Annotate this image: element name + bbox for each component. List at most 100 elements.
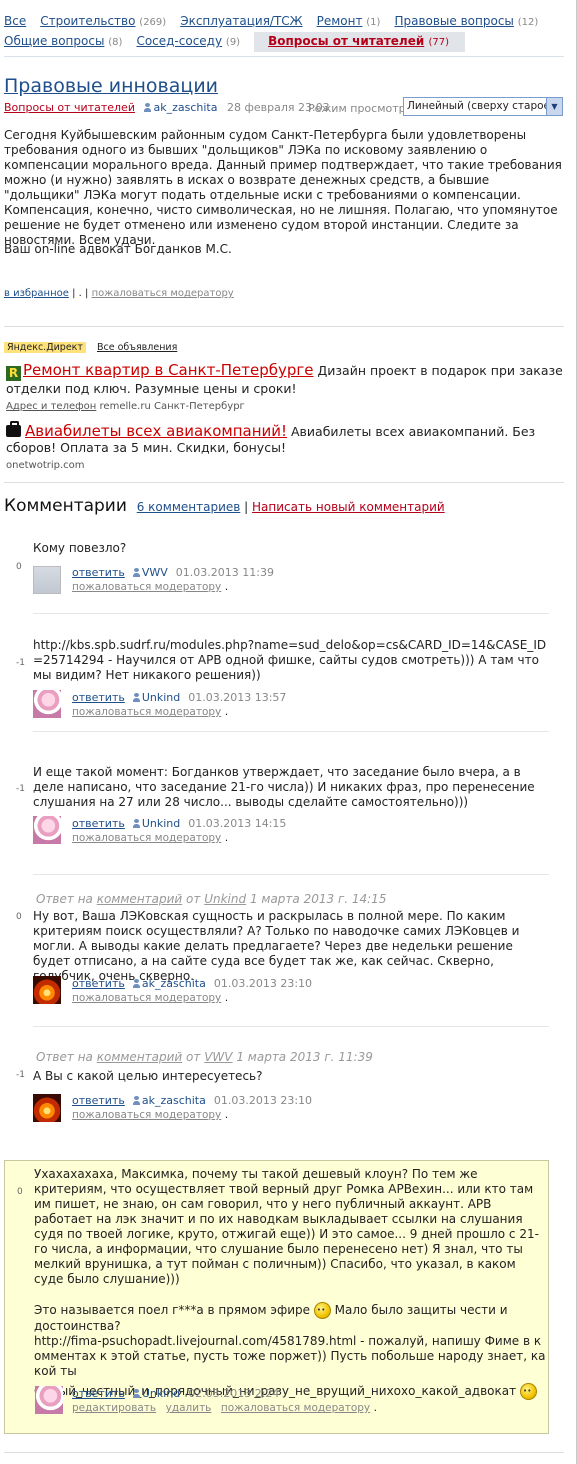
avatar[interactable] [33,816,61,844]
comments-count-link[interactable]: 6 комментариев [137,500,241,514]
smiley-icon [313,1302,331,1319]
avatar[interactable] [35,1386,63,1414]
reply-link[interactable]: ответить [72,977,125,990]
user-icon [132,819,140,828]
nav-item-legal[interactable]: Правовые вопросы (12) [394,12,538,32]
ad-item: R Ремонт квартир в Санкт-Петербурге Дизай… [6,362,566,415]
nav-item-repair[interactable]: Ремонт (1) [317,12,381,32]
divider [4,1452,564,1453]
report-moderator-link[interactable]: пожаловаться модератору [221,1402,370,1414]
comment-date: 01.03.2013 11:39 [175,566,274,579]
ad-domain[interactable]: onetwotrip.com [6,460,85,471]
reply-to-comment-link[interactable]: комментарий [97,892,182,906]
reply-link[interactable]: ответить [72,566,125,579]
delete-link[interactable]: удалить [166,1402,212,1414]
reply-link[interactable]: ответить [72,1094,125,1107]
comment-author[interactable]: ak_zaschita [132,1094,206,1107]
comment-score: 0 [16,912,22,922]
reply-link[interactable]: ответить [72,817,125,830]
yandex-direct-label[interactable]: Яндекс.Директ [4,342,86,353]
comment-date: 01.03.2013 13:57 [188,691,287,704]
comment-author[interactable]: ak_zaschita [132,977,206,990]
nav-item-general[interactable]: Общие вопросы (8) [4,32,122,52]
reply-link[interactable]: ответить [72,1387,125,1400]
separator-dot: . [224,580,229,593]
comment-author[interactable]: Unkind [132,1387,180,1400]
comment-score: -1 [16,784,25,794]
comment-text: А Вы с какой целью интересуетесь? [33,1069,263,1083]
view-mode-value: Линейный (сверху старое) [407,100,555,112]
comment-author[interactable]: Unkind [132,691,180,704]
nav-count: (269) [139,17,167,28]
reply-to-user-link[interactable]: Unkind [204,892,246,906]
chevron-down-icon[interactable]: ▼ [546,98,562,115]
comment-footer: ответить VWV 01.03.2013 11:39 пожаловаться… [72,566,274,594]
category-nav: Все Строительство (269) Эксплуатация/ТСЖ Ре… [4,12,564,52]
comment-text: Ну вот, Ваша ЛЭКовская сущность и раскры… [33,909,520,983]
nav-divider [4,56,564,57]
article-body: Сегодня Куйбышевским районным судом Санк… [4,128,562,247]
ad-title-link[interactable]: Авиабилеты всех авиакомпаний! [25,422,287,440]
article-author[interactable]: ak_zaschita [144,101,217,114]
report-moderator-link[interactable]: пожаловаться модератору [72,706,221,718]
report-moderator-link[interactable]: пожаловаться модератору [92,288,234,299]
write-comment-link[interactable]: Написать новый комментарий [252,500,445,514]
reply-link[interactable]: ответить [72,691,125,704]
comments-title: Комментарии [4,496,127,516]
nav-count: (8) [108,37,123,48]
nav-count: (77) [428,37,449,48]
ad-domain: remelle.ru Санкт-Петербург [99,401,245,412]
user-icon [132,979,140,988]
divider [4,326,564,327]
separator: | [72,288,76,299]
comment-author[interactable]: VWV [132,566,168,579]
add-favorite-link[interactable]: в избранное [4,288,69,299]
comment-divider [33,1026,549,1027]
reply-to-comment-link[interactable]: комментарий [97,1050,182,1064]
comment-score: -1 [16,658,25,668]
nav-item-construction[interactable]: Строительство (269) [40,12,166,32]
user-icon [132,1389,140,1398]
separator-dot: . [224,1108,229,1121]
separator-dot: . [78,288,82,299]
report-moderator-link[interactable]: пожаловаться модератору [72,832,221,844]
report-moderator-link[interactable]: пожаловаться модератору [72,581,221,593]
report-moderator-link[interactable]: пожаловаться модератору [72,992,221,1004]
ads-header: Яндекс.Директ Все объявления [4,342,177,353]
own-comment: 0 Ухахахахаха, Максимка, почему ты такой… [4,1160,549,1434]
nav-count: (1) [366,17,381,28]
article-title[interactable]: Правовые инновации [4,75,218,97]
reply-to-user-link[interactable]: VWV [204,1050,232,1064]
edit-link[interactable]: редактировать [72,1402,156,1414]
separator-dot: . [224,831,229,844]
smiley-icon [519,1383,537,1400]
nav-item-neighbor[interactable]: Сосед-соседу (9) [136,32,240,52]
all-ads-link[interactable]: Все объявления [97,342,177,353]
comment-footer: ответить Unkind 01.03.2013 13:57 пожаловат… [72,691,286,719]
comment-text: Ухахахахаха, Максимка, почему ты такой д… [34,1167,546,1400]
avatar[interactable] [33,976,61,1004]
view-mode-select[interactable]: Линейный (сверху старое) ▼ [403,97,563,116]
avatar[interactable] [33,566,61,594]
article-rubric-link[interactable]: Вопросы от читателей [4,101,135,114]
ad-title-link[interactable]: Ремонт квартир в Санкт-Петербурге [23,361,314,379]
comment-author[interactable]: Unkind [132,817,180,830]
ad-item: Авиабилеты всех авиакомпаний! Авиабилеты… [6,421,566,474]
nav-count: (9) [225,37,241,48]
view-mode-label: Режим просмотра: [308,102,417,115]
nav-item-all[interactable]: Все [4,12,26,30]
comment-divider [33,731,549,732]
r-logo-icon: R [6,366,21,381]
ad-address-link[interactable]: Адрес и телефон [6,401,96,412]
nav-item-reader-questions[interactable]: Вопросы от читателей (77) [254,32,465,52]
nav-item-exploitation[interactable]: Эксплуатация/ТСЖ [180,12,302,30]
avatar[interactable] [33,1094,61,1122]
comment-paragraph: Это называется поел г***а в прямом эфире… [34,1302,546,1334]
user-icon [132,693,140,702]
report-moderator-link[interactable]: пожаловаться модератору [72,1109,221,1121]
nav-count: (12) [517,17,539,28]
avatar[interactable] [33,690,61,718]
article-actions: в избранное | . | пожаловаться модератор… [4,288,234,299]
comment-paragraph: http://fima-psuchopadt.livejournal.com/4… [34,1334,546,1378]
user-icon [144,103,152,112]
